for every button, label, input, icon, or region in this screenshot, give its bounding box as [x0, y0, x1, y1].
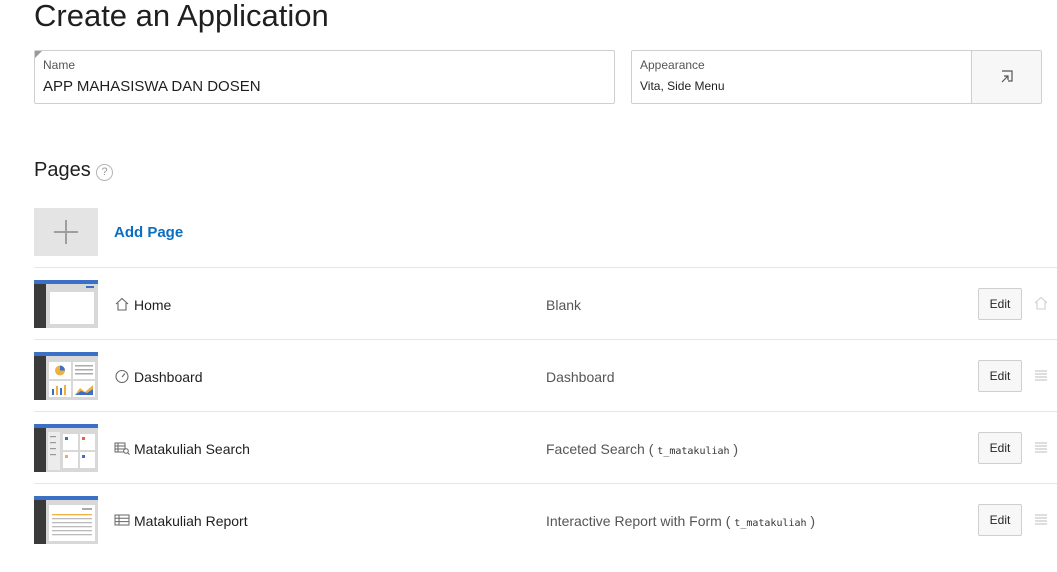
page-title: Create an Application: [34, 0, 329, 33]
page-row: Home Blank Edit: [34, 267, 1057, 339]
edit-button[interactable]: Edit: [978, 360, 1022, 392]
page-type: Faceted Search ( t_matakuliah ): [546, 441, 739, 457]
source-table: t_matakuliah: [657, 446, 730, 457]
page-name[interactable]: Dashboard: [134, 369, 203, 385]
page-name[interactable]: Matakuliah Search: [134, 441, 250, 457]
edit-button[interactable]: Edit: [978, 288, 1022, 320]
home-icon: [115, 297, 129, 311]
edit-button[interactable]: Edit: [978, 504, 1022, 536]
page-thumbnail-blank: [34, 280, 98, 328]
help-icon[interactable]: ?: [96, 164, 113, 181]
page-thumbnail-faceted-search: [34, 424, 98, 472]
page-type: Interactive Report with Form ( t_matakul…: [546, 513, 816, 529]
page-thumbnail-dashboard: [34, 352, 98, 400]
home-icon: [1034, 296, 1048, 310]
page-type: Blank: [546, 297, 582, 313]
drag-handle-icon[interactable]: [1034, 512, 1048, 526]
faceted-search-icon: [114, 442, 130, 455]
page-row[interactable]: Matakuliah Report Interactive Report wit…: [34, 483, 1057, 555]
report-icon: [114, 514, 130, 526]
page-row[interactable]: Matakuliah Search Faceted Search ( t_mat…: [34, 411, 1057, 483]
set-appearance-icon: [1001, 70, 1013, 83]
add-page-link[interactable]: Add Page: [114, 224, 183, 241]
page-name[interactable]: Home: [134, 297, 171, 313]
name-field[interactable]: Name APP MAHASISWA DAN DOSEN: [34, 50, 615, 104]
appearance-field-label: Appearance: [640, 58, 705, 72]
name-field-value[interactable]: APP MAHASISWA DAN DOSEN: [43, 78, 261, 95]
drag-handle-icon[interactable]: [1034, 368, 1048, 382]
set-appearance-button[interactable]: [971, 51, 1041, 103]
appearance-field-value: Vita, Side Menu: [640, 79, 725, 93]
name-field-label: Name: [43, 58, 76, 72]
appearance-field[interactable]: Appearance Vita, Side Menu: [631, 50, 1042, 104]
pages-section-title: Pages: [34, 159, 91, 181]
edit-button[interactable]: Edit: [978, 432, 1022, 464]
source-table: t_matakuliah: [734, 518, 807, 529]
page-thumbnail-report: [34, 496, 98, 544]
dashboard-icon: [115, 369, 129, 383]
add-page-tile[interactable]: [34, 208, 98, 256]
drag-handle-icon[interactable]: [1034, 440, 1048, 454]
page-row[interactable]: Dashboard Dashboard Edit: [34, 339, 1057, 411]
page-name[interactable]: Matakuliah Report: [134, 513, 248, 529]
page-type: Dashboard: [546, 369, 615, 385]
